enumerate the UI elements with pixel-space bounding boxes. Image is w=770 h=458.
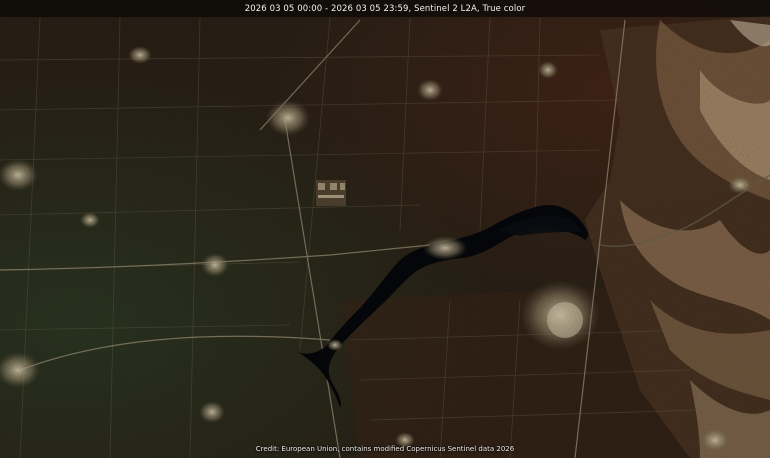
imagery-date-range: 2026 03 05 00:00 - 2026 03 05 23:59, Sen… bbox=[244, 3, 526, 14]
imagery-date-header: 2026 03 05 00:00 - 2026 03 05 23:59, Sen… bbox=[0, 0, 770, 17]
satellite-image[interactable] bbox=[0, 0, 770, 458]
attribution-credit: Credit: European Union, contains modifie… bbox=[255, 445, 515, 453]
satellite-map-viewer: 2026 03 05 00:00 - 2026 03 05 23:59, Sen… bbox=[0, 0, 770, 458]
image-grain bbox=[0, 0, 770, 458]
